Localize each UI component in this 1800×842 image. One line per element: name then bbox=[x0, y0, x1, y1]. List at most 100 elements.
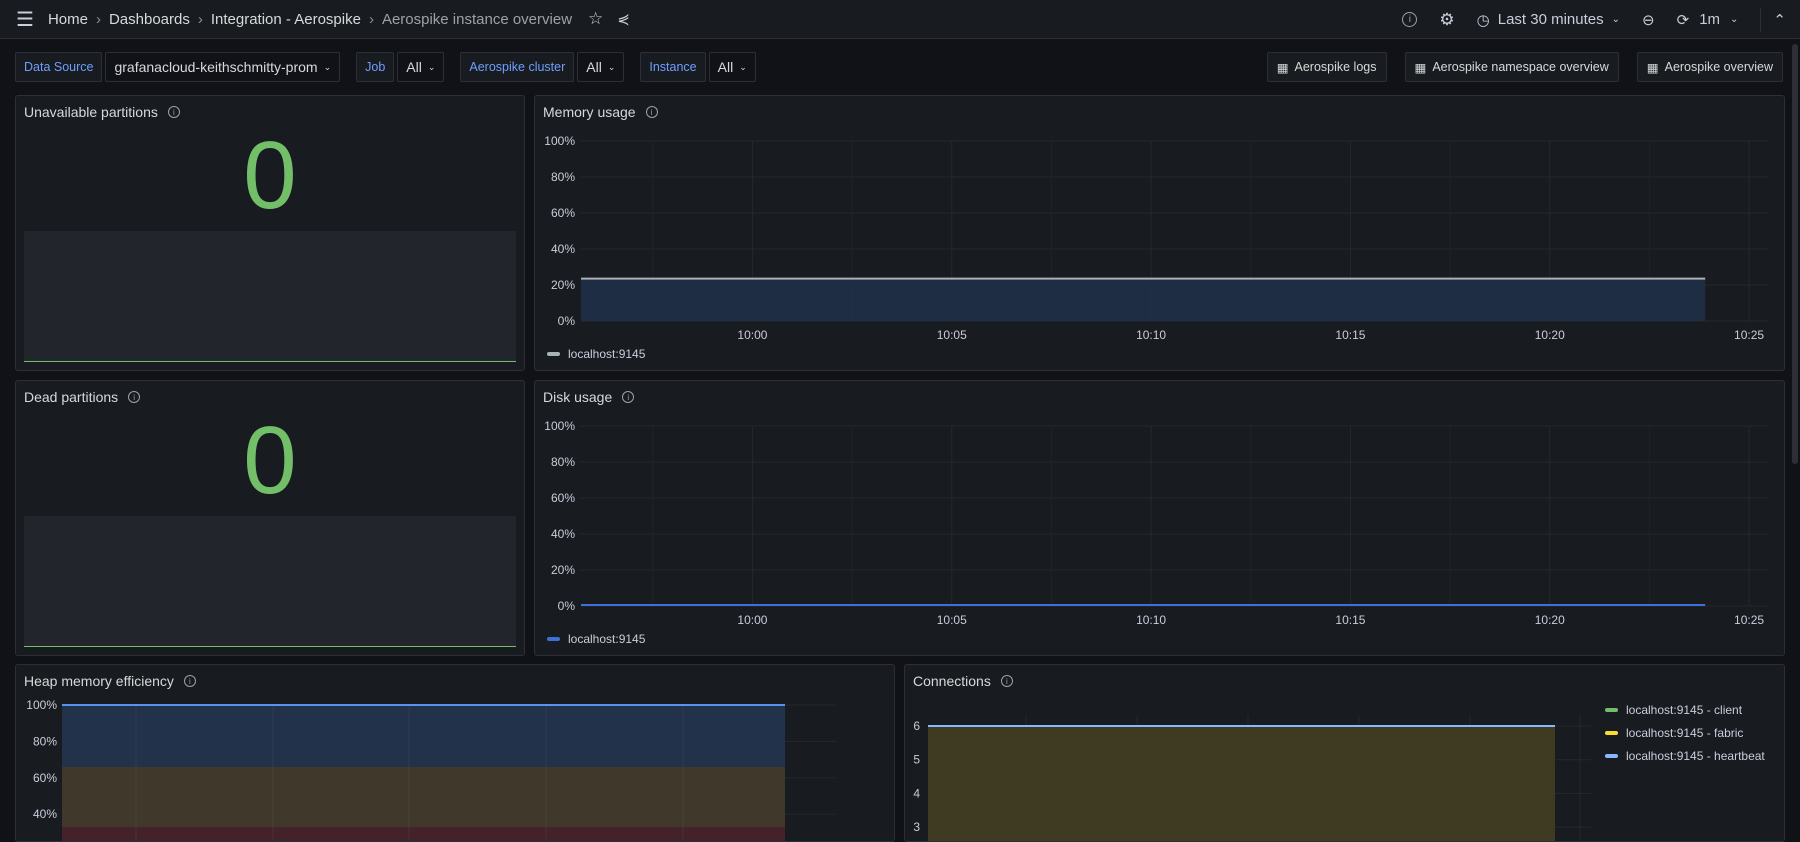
time-range-label: Last 30 minutes bbox=[1498, 11, 1604, 28]
refresh-interval: 1m bbox=[1699, 11, 1720, 28]
panel-title: Unavailable partitions bbox=[24, 104, 158, 120]
info-icon[interactable]: i bbox=[128, 391, 140, 403]
zoom-out-icon[interactable]: ⊖ bbox=[1642, 11, 1655, 29]
legend-item[interactable]: localhost:9145 - heartbeat bbox=[1605, 749, 1765, 763]
y-tick-label: 100% bbox=[544, 419, 575, 433]
scrollbar[interactable] bbox=[1792, 44, 1798, 464]
panel-connections: Connectionsi 3456 localhost:9145 - clien… bbox=[904, 664, 1785, 842]
chevron-down-icon: ⌄ bbox=[739, 62, 747, 73]
refresh-icon: ⟳ bbox=[1677, 11, 1690, 29]
y-tick-label: 40% bbox=[551, 527, 575, 541]
link-namespace-overview[interactable]: ▦Aerospike namespace overview bbox=[1405, 52, 1619, 82]
divider bbox=[1760, 8, 1761, 32]
y-tick-label: 60% bbox=[551, 206, 575, 220]
var-select-instance[interactable]: All ⌄ bbox=[709, 52, 756, 82]
series-area bbox=[62, 827, 785, 842]
x-tick-label: 10:15 bbox=[1335, 613, 1365, 627]
breadcrumb-folder[interactable]: Integration - Aerospike bbox=[211, 11, 361, 28]
gear-icon[interactable]: ⚙ bbox=[1439, 10, 1454, 30]
legend-label: localhost:9145 - client bbox=[1626, 703, 1742, 717]
var-select-cluster[interactable]: All⌄ bbox=[577, 52, 624, 82]
apps-icon: ▦ bbox=[1647, 60, 1659, 75]
x-tick-label: 10:05 bbox=[937, 613, 967, 627]
y-tick-label: 20% bbox=[551, 278, 575, 292]
var-label-datasource: Data Source bbox=[15, 52, 102, 82]
info-icon[interactable]: i bbox=[1402, 12, 1417, 27]
var-value: All bbox=[718, 59, 734, 75]
legend-item[interactable]: localhost:9145 bbox=[547, 347, 645, 361]
info-icon[interactable]: i bbox=[168, 106, 180, 118]
y-tick-label: 6 bbox=[913, 719, 920, 733]
link-aerospike-logs[interactable]: ▦ Aerospike logs bbox=[1267, 52, 1387, 82]
sparkline bbox=[24, 516, 516, 647]
y-tick-label: 60% bbox=[551, 491, 575, 505]
chevron-down-icon: ⌄ bbox=[324, 62, 332, 73]
x-tick-label: 10:20 bbox=[1535, 328, 1565, 342]
link-aerospike-overview[interactable]: ▦ Aerospike overview bbox=[1637, 52, 1783, 82]
x-tick-label: 10:15 bbox=[1335, 328, 1365, 342]
link-label: Aerospike overview bbox=[1665, 60, 1773, 74]
y-tick-label: 80% bbox=[551, 455, 575, 469]
variables-bar: Data Source grafanacloud-keithschmitty-p… bbox=[15, 52, 772, 82]
legend-swatch bbox=[1605, 754, 1618, 758]
x-tick-label: 10:05 bbox=[937, 328, 967, 342]
clock-icon: ◷ bbox=[1477, 11, 1490, 29]
stat-panel-unavailable-partitions: Unavailable partitions i 0 bbox=[15, 95, 525, 371]
chart-svg: 0%20%40%60%80%100%10:0010:0510:1010:1510… bbox=[535, 381, 1785, 656]
breadcrumb-home[interactable]: Home bbox=[48, 11, 88, 28]
stat-value: 0 bbox=[16, 411, 524, 511]
star-icon[interactable]: ☆ bbox=[588, 9, 603, 29]
refresh-picker[interactable]: ⟳ 1m ⌄ bbox=[1677, 11, 1739, 29]
y-tick-label: 40% bbox=[551, 242, 575, 256]
apps-icon: ▦ bbox=[1415, 60, 1427, 75]
legend-item[interactable]: localhost:9145 - client bbox=[1605, 703, 1765, 717]
var-value: All bbox=[406, 59, 422, 75]
apps-icon: ▦ bbox=[1277, 60, 1289, 75]
x-tick-label: 10:10 bbox=[1136, 613, 1166, 627]
y-tick-label: 80% bbox=[33, 734, 57, 748]
x-tick-label: 10:00 bbox=[737, 328, 767, 342]
var-value: All bbox=[586, 59, 602, 75]
y-tick-label: 40% bbox=[33, 807, 57, 821]
chart-svg: 40%60%80%100% bbox=[16, 665, 895, 842]
share-icon[interactable]: ⋞ bbox=[617, 10, 630, 28]
page-title: Aerospike instance overview bbox=[382, 11, 572, 28]
link-label: Aerospike logs bbox=[1295, 60, 1377, 74]
menu-icon[interactable]: ☰ bbox=[16, 7, 34, 32]
panel-disk-usage: Disk usagei 0%20%40%60%80%100%10:0010:05… bbox=[534, 380, 1785, 656]
x-tick-label: 10:20 bbox=[1535, 613, 1565, 627]
series-area bbox=[581, 280, 1705, 321]
chevron-down-icon: ⌄ bbox=[1730, 14, 1738, 25]
legend-label: localhost:9145 bbox=[568, 632, 645, 646]
x-tick-label: 10:25 bbox=[1734, 613, 1764, 627]
legend-label: localhost:9145 bbox=[568, 347, 645, 361]
y-tick-label: 20% bbox=[551, 563, 575, 577]
time-picker[interactable]: ◷ Last 30 minutes ⌄ bbox=[1477, 11, 1620, 29]
var-label-instance: Instance bbox=[640, 52, 705, 82]
dashboard-links: ▦ Aerospike logs ▦Aerospike namespace ove… bbox=[1267, 52, 1783, 82]
breadcrumb: Home› Dashboards› Integration - Aerospik… bbox=[48, 11, 572, 28]
chevron-down-icon: ⌄ bbox=[1612, 14, 1620, 25]
y-tick-label: 3 bbox=[913, 820, 920, 834]
panel-title: Dead partitions bbox=[24, 389, 118, 405]
var-label-job: Job bbox=[356, 52, 394, 82]
y-tick-label: 60% bbox=[33, 771, 57, 785]
chevron-up-icon[interactable]: ⌃ bbox=[1773, 11, 1786, 29]
y-tick-label: 100% bbox=[544, 134, 575, 148]
var-select-datasource[interactable]: grafanacloud-keithschmitty-prom ⌄ bbox=[105, 52, 340, 82]
legend-label: localhost:9145 - fabric bbox=[1626, 726, 1743, 740]
legend-item[interactable]: localhost:9145 - fabric bbox=[1605, 726, 1765, 740]
y-tick-label: 4 bbox=[913, 786, 920, 800]
var-value: grafanacloud-keithschmitty-prom bbox=[114, 59, 317, 75]
legend-swatch bbox=[1605, 708, 1618, 712]
legend-label: localhost:9145 - heartbeat bbox=[1626, 749, 1765, 763]
sparkline bbox=[24, 231, 516, 362]
stat-value: 0 bbox=[16, 126, 524, 226]
y-tick-label: 80% bbox=[551, 170, 575, 184]
legend-item[interactable]: localhost:9145 bbox=[547, 632, 645, 646]
legend-swatch bbox=[1605, 731, 1618, 735]
legend-swatch bbox=[547, 352, 560, 356]
breadcrumb-dashboards[interactable]: Dashboards bbox=[109, 11, 190, 28]
chart-svg: 0%20%40%60%80%100%10:0010:0510:1010:1510… bbox=[535, 96, 1785, 371]
var-select-job[interactable]: All⌄ bbox=[397, 52, 444, 82]
